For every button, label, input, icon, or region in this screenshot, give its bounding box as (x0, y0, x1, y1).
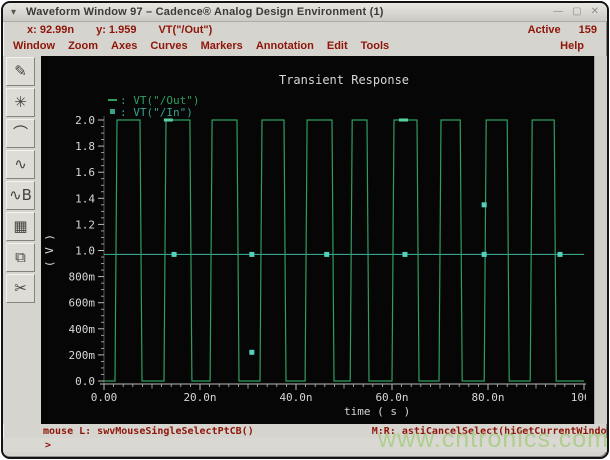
menu-bar: Window Zoom Axes Curves Markers Annotation Edi… (3, 38, 607, 56)
cut-window-button[interactable]: ✂ (6, 274, 35, 303)
right-frame-strip (594, 56, 607, 424)
cut-window-icon: ✂ (14, 279, 27, 297)
x-axis-label: time ( s ) (344, 405, 410, 418)
x-tick-label: 60.0n (375, 391, 408, 404)
y-tick-label: 1.8 (75, 140, 95, 153)
menu-help[interactable]: Help (560, 40, 584, 52)
arc-tool-button[interactable]: ⌒ (6, 119, 35, 148)
status-bar: mouse L: swvMouseSingleSelectPtCB() M: R… (3, 424, 607, 438)
marker-waveform-icon: ∿ (14, 155, 27, 173)
window-title: Waveform Window 97 – Cadence® Analog Des… (26, 6, 384, 18)
minimize-icon[interactable]: — (553, 7, 563, 17)
active-label: Active (527, 24, 561, 36)
close-icon[interactable]: ✕ (591, 7, 599, 17)
prompt-caret: > (45, 439, 52, 451)
out-trace[interactable] (104, 119, 584, 382)
plot-svg[interactable]: Transient Response 0.0 200m 400m 600m 800m 1.0… (41, 56, 586, 424)
y-tick-label: 200m (69, 349, 96, 362)
window-menu-chevron-icon[interactable]: ▾ (11, 7, 16, 18)
in-marker[interactable] (481, 251, 487, 257)
main-area: ✎ ✳ ⌒ ∿ ∿B ▦ ⧉ ✂ Transient Response 0.0 200m 400m 6… (3, 56, 607, 424)
x-tick-label: 20.0n (183, 391, 216, 404)
x-tick-label: 100n (571, 391, 586, 404)
calculator-icon: ▦ (13, 217, 28, 235)
menu-curves[interactable]: Curves (150, 40, 187, 52)
strip-chart-icon: ∿B (9, 186, 32, 204)
command-prompt-row[interactable]: > (3, 438, 607, 452)
arc-tool-icon: ⌒ (12, 124, 28, 142)
x-tick-label: 80.0n (471, 391, 504, 404)
mouse-right-binding: R: astiCancelSelect(hiGetCurrentWindow (383, 425, 609, 437)
x-tick-label: 0.00 (91, 391, 118, 404)
menu-markers[interactable]: Markers (201, 40, 243, 52)
mouse-middle-binding: M: (371, 425, 384, 437)
in-marker[interactable] (249, 349, 255, 355)
toolbar: ✎ ✳ ⌒ ∿ ∿B ▦ ⧉ ✂ (3, 56, 41, 424)
mouse-left-binding: mouse L: swvMouseSingleSelectPtCB() (43, 425, 254, 437)
y-tick-label: 1.6 (75, 166, 95, 179)
cursor-info-bar: x: 92.99n y: 1.959 VT("/Out") Active 159 (3, 22, 607, 38)
y-tick-label: 0.0 (75, 375, 95, 388)
chart-title: Transient Response (279, 73, 409, 87)
plot-canvas[interactable]: Transient Response 0.0 200m 400m 600m 800m 1.0… (41, 56, 594, 424)
x-tick-label: 40.0n (279, 391, 312, 404)
probe-pen-button[interactable]: ✎ (6, 57, 35, 86)
in-edge-mark (163, 118, 173, 122)
cursor-y-readout: y: 1.959 (96, 24, 137, 36)
legend-in-label: : VT("/In") (120, 106, 193, 119)
probe-pen-icon: ✎ (14, 62, 27, 80)
marker-waveform-button[interactable]: ∿ (6, 150, 35, 179)
zoom-starburst-icon: ✳ (14, 93, 27, 111)
y-tick-label: 2.0 (75, 114, 95, 127)
in-marker[interactable] (324, 251, 330, 257)
strip-chart-button[interactable]: ∿B (6, 181, 35, 210)
menu-zoom[interactable]: Zoom (68, 40, 98, 52)
y-tick-label: 1.4 (75, 192, 95, 205)
y-tick-label: 400m (69, 323, 96, 336)
in-marker[interactable] (402, 251, 408, 257)
calculator-button[interactable]: ▦ (6, 212, 35, 241)
menu-annotation[interactable]: Annotation (256, 40, 314, 52)
menu-edit[interactable]: Edit (327, 40, 348, 52)
maximize-icon[interactable]: ▢ (572, 7, 581, 17)
zoom-starburst-button[interactable]: ✳ (6, 88, 35, 117)
y-tick-label: 1.0 (75, 245, 95, 258)
y-tick-label: 1.2 (75, 218, 95, 231)
in-marker[interactable] (481, 202, 487, 208)
in-marker[interactable] (249, 251, 255, 257)
waveform-window: ▾ Waveform Window 97 – Cadence® Analog D… (1, 1, 609, 459)
in-marker[interactable] (557, 251, 563, 257)
copy-window-icon: ⧉ (15, 248, 26, 266)
copy-window-button[interactable]: ⧉ (6, 243, 35, 272)
y-tick-label: 800m (69, 271, 96, 284)
menu-tools[interactable]: Tools (361, 40, 390, 52)
in-marker[interactable] (171, 251, 177, 257)
menu-axes[interactable]: Axes (111, 40, 137, 52)
selected-trace-readout: VT("/Out") (158, 24, 213, 36)
y-axis-label: ( V ) (43, 234, 56, 267)
title-bar: ▾ Waveform Window 97 – Cadence® Analog D… (3, 3, 607, 22)
cursor-x-readout: x: 92.99n (27, 24, 75, 36)
y-tick-label: 600m (69, 297, 96, 310)
in-edge-mark (399, 118, 409, 122)
menu-window[interactable]: Window (13, 40, 55, 52)
legend-in-symbol (110, 109, 115, 114)
active-count: 159 (578, 24, 597, 36)
